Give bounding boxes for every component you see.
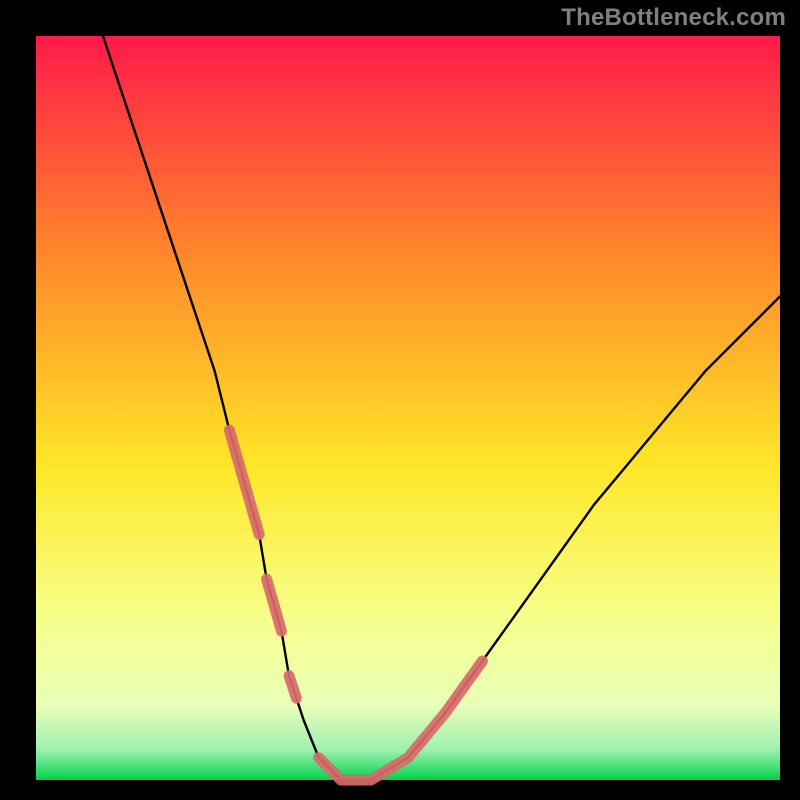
highlight-segment-2	[289, 676, 296, 698]
chart-frame: TheBottleneck.com	[0, 0, 800, 800]
bottleneck-chart	[0, 0, 800, 800]
gradient-background	[36, 36, 780, 780]
